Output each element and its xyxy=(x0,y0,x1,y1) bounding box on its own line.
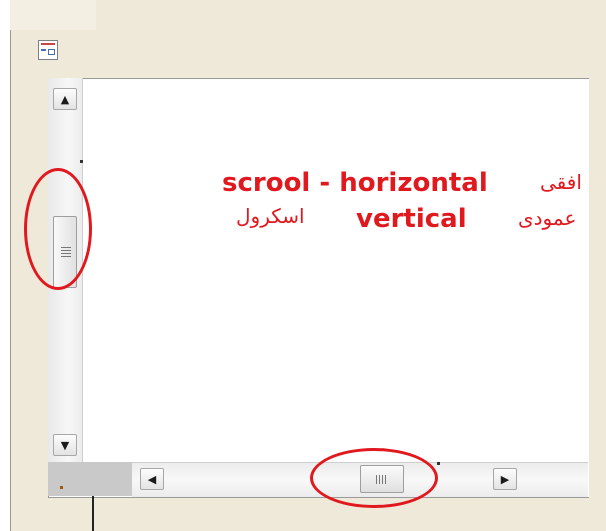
scroll-right-button[interactable]: ▶ xyxy=(493,468,517,490)
artifact-dot xyxy=(437,462,440,465)
arrow-down-icon: ▼ xyxy=(60,438,70,452)
horizontal-scroll-highlight xyxy=(310,448,438,508)
label-arabic-horizontal: افقی xyxy=(540,170,582,194)
label-arabic-vertical: عمودی xyxy=(518,206,577,230)
label-vertical: vertical xyxy=(356,204,467,234)
scrollbar-corner xyxy=(48,462,132,496)
mouse-pointer-line xyxy=(92,496,94,531)
artifact-dot xyxy=(60,486,63,489)
arrow-right-icon: ▶ xyxy=(500,472,510,486)
vertical-scroll-highlight xyxy=(24,168,92,290)
artifact-dot xyxy=(80,160,83,163)
form-icon[interactable] xyxy=(38,40,58,60)
scroll-up-button[interactable]: ▲ xyxy=(53,88,77,110)
scroll-down-button[interactable]: ▼ xyxy=(53,434,77,456)
arrow-left-icon: ◀ xyxy=(147,472,157,486)
scroll-left-button[interactable]: ◀ xyxy=(140,468,164,490)
label-arabic-scroll: اسکرول xyxy=(236,204,305,228)
arrow-up-icon: ▲ xyxy=(60,92,70,106)
label-scroll-horizontal: scrool - horizontal xyxy=(222,168,488,198)
form-client-area xyxy=(48,78,589,498)
window-frame-top xyxy=(10,0,96,30)
